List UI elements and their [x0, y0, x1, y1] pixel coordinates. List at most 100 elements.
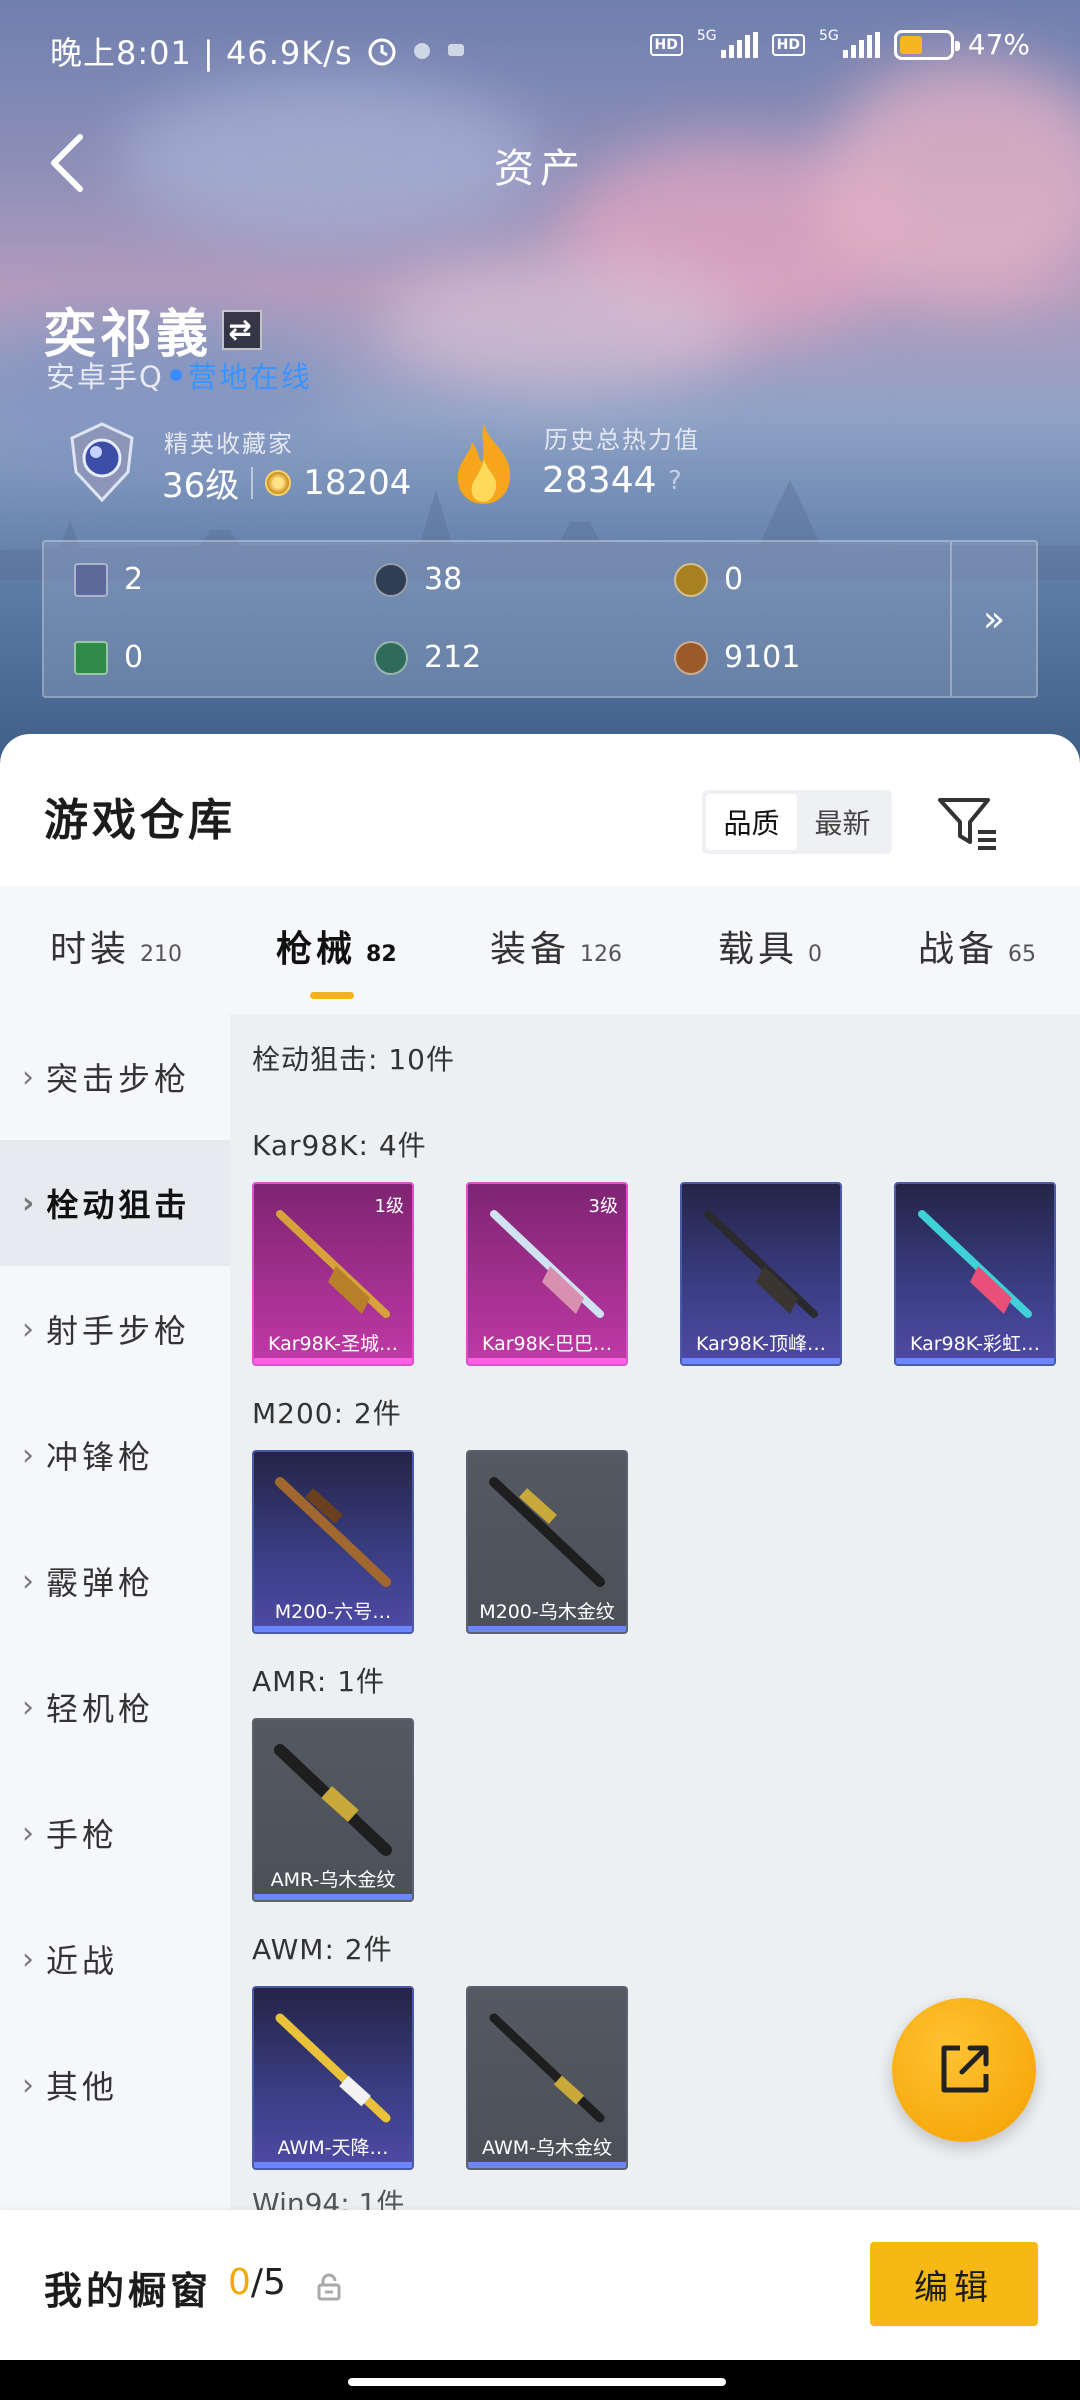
item-name: AWM-乌木金纹: [482, 2137, 612, 2159]
weapon-card[interactable]: 1级 Kar98K-圣城…: [252, 1182, 414, 1366]
weapon-card[interactable]: AMR-乌木金纹: [252, 1718, 414, 1902]
category-label: 突击步枪: [46, 1060, 191, 1098]
category-other[interactable]: › 其他: [0, 2022, 230, 2148]
chevron-right-icon: ›: [22, 2067, 34, 2103]
category-marksman-rifle[interactable]: › 射手步枪: [0, 1266, 230, 1392]
category-shotgun[interactable]: › 霰弹枪: [0, 1518, 230, 1644]
cloud: [380, 260, 740, 390]
chevron-right-icon: ›: [22, 1437, 34, 1473]
rarity-strip: [468, 1626, 626, 1632]
rifle-icon: [704, 1210, 818, 1318]
weapon-card[interactable]: AWM-天降…: [252, 1986, 414, 2170]
category-label: 手枪: [46, 1816, 119, 1854]
notification-icon: [413, 43, 430, 59]
chevron-right-icon: ›: [22, 1059, 34, 1095]
battery-icon: [893, 29, 960, 60]
filter-icon[interactable]: [936, 794, 1000, 854]
category-smg[interactable]: › 冲锋枪: [0, 1392, 230, 1518]
divider: [251, 466, 254, 499]
weapon-card[interactable]: 3级 Kar98K-巴巴…: [466, 1182, 628, 1366]
resource-value: 0: [124, 640, 144, 675]
switch-account-icon[interactable]: ⇄: [222, 309, 263, 350]
resource-value: 38: [424, 562, 463, 597]
category-label: 其他: [46, 2068, 119, 2106]
edit-button[interactable]: 编辑: [870, 2242, 1038, 2326]
card-icon: [74, 562, 108, 597]
rarity-strip: [254, 1358, 412, 1364]
category-melee[interactable]: › 近战: [0, 1896, 230, 2022]
more-resources-button[interactable]: »: [950, 542, 1036, 696]
status-indicators: HD 5G HD 5G 47%: [649, 28, 1030, 61]
tab-count: 65: [1008, 942, 1037, 967]
group-title: AMR: 1件: [252, 1665, 386, 1698]
group-title: M200: 2件: [252, 1397, 402, 1430]
profile-hero: 晚上8:01 | 46.9K/s HD 5G HD 5G 47% 资产 奕祁義 …: [0, 0, 1080, 760]
tab-firearms[interactable]: 枪械 82: [276, 920, 397, 972]
item-name: M200-乌木金纹: [479, 1601, 615, 1623]
showcase-label: 我的橱窗: [44, 2269, 213, 2313]
weapon-card[interactable]: Kar98K-顶峰…: [680, 1182, 842, 1366]
status-time: 晚上8:01 | 46.9K/s: [50, 28, 467, 74]
resource-item: 0: [74, 640, 143, 675]
collector-level: 36级: [162, 466, 240, 506]
weapon-card[interactable]: M200-六号…: [252, 1450, 414, 1634]
resource-panel: 2 38 0 0 212 9101 »: [42, 540, 1038, 698]
weapon-card[interactable]: AWM-乌木金纹: [466, 1986, 628, 2170]
item-name: Kar98K-圣城…: [267, 1333, 399, 1355]
bronze-coin-icon: [674, 640, 708, 675]
sniper-rifle-icon: [275, 2013, 391, 2123]
item-name: Kar98K-巴巴…: [481, 1333, 613, 1355]
rarity-strip: [896, 1358, 1054, 1364]
sort-quality-button[interactable]: 品质: [706, 794, 797, 850]
home-indicator[interactable]: [348, 2378, 726, 2386]
tab-vehicles[interactable]: 载具 0: [718, 920, 822, 972]
page-title: 资产: [494, 146, 586, 192]
flame-icon: [457, 424, 511, 504]
tab-count: 0: [808, 942, 823, 967]
category-pistol[interactable]: › 手枪: [0, 1770, 230, 1896]
rifle-icon: [276, 1210, 390, 1318]
chevron-right-icon: ›: [22, 1815, 34, 1851]
tab-fashion[interactable]: 时装 210: [50, 920, 182, 972]
category-label: 近战: [46, 1942, 119, 1980]
platform-text: 安卓手Q: [46, 360, 164, 394]
rarity-strip: [682, 1358, 840, 1364]
chevron-right-icon: ›: [22, 1311, 34, 1347]
rarity-strip: [254, 1626, 412, 1632]
message-icon: [447, 44, 464, 56]
chevron-right-icon: ›: [22, 1185, 35, 1221]
hd-badge: HD: [649, 33, 683, 56]
rarity-strip: [468, 1358, 626, 1364]
showcase-count: 0/5: [228, 2262, 286, 2303]
category-lmg[interactable]: › 轻机枪: [0, 1644, 230, 1770]
share-button[interactable]: [892, 1998, 1036, 2142]
tab-supplies[interactable]: 战备 65: [918, 920, 1036, 972]
category-label: 霰弹枪: [46, 1564, 155, 1602]
warehouse-sheet: 游戏仓库 品质 最新 时装 210 枪械 82 装备 126 载具 0 战备 6…: [0, 734, 1080, 2210]
sniper-rifle-icon: [275, 1477, 391, 1587]
hd-badge: HD: [771, 33, 805, 56]
sort-newest-button[interactable]: 最新: [797, 794, 888, 850]
sniper-rifle-icon: [274, 1744, 392, 1856]
tab-count: 82: [366, 942, 397, 967]
rifle-icon: [918, 1210, 1032, 1318]
heat-label: 历史总热力值: [544, 426, 700, 454]
tab-count: 210: [140, 942, 183, 967]
tab-label: 战备: [918, 929, 999, 970]
collector-stats: 36级 18204: [162, 458, 411, 507]
weapon-card[interactable]: Kar98K-彩虹…: [894, 1182, 1056, 1366]
item-name: M200-六号…: [274, 1601, 392, 1623]
time-speed-text: 晚上8:01 | 46.9K/s: [50, 34, 353, 72]
signal-icon: [720, 31, 758, 58]
signal-icon: [842, 31, 880, 58]
category-bolt-sniper[interactable]: › 栓动狙击: [0, 1140, 230, 1266]
category-label: 冲锋枪: [46, 1438, 155, 1476]
gold-badge-icon: [674, 562, 708, 597]
network-type: 5G: [696, 28, 717, 44]
help-icon[interactable]: ?: [668, 466, 682, 496]
tab-label: 载具: [718, 929, 799, 970]
tab-equipment[interactable]: 装备 126: [490, 920, 622, 972]
weapon-card[interactable]: M200-乌木金纹: [466, 1450, 628, 1634]
category-label: 射手步枪: [46, 1312, 191, 1350]
category-assault-rifle[interactable]: › 突击步枪: [0, 1014, 230, 1140]
